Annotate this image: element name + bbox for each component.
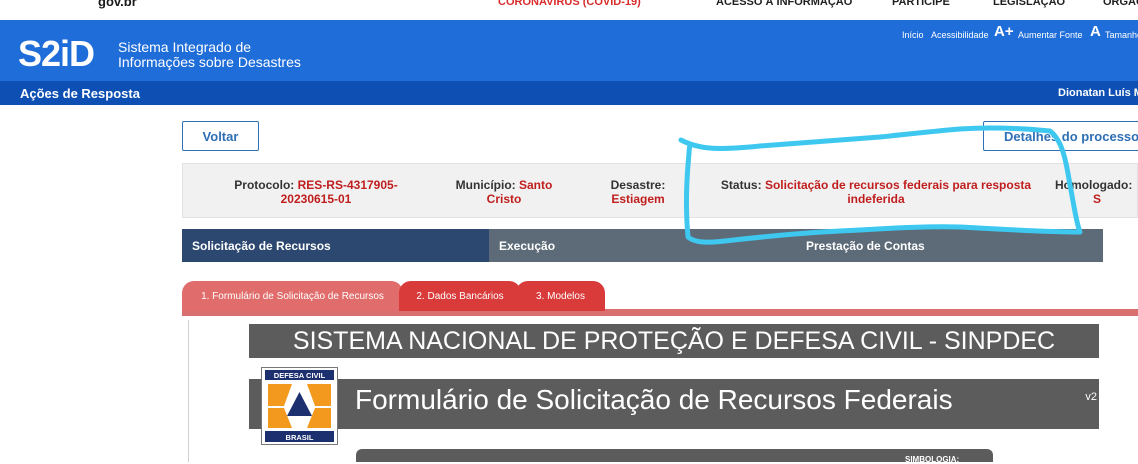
annotation-overlay bbox=[678, 125, 1083, 245]
annotation-highlight-stroke bbox=[678, 125, 1083, 245]
